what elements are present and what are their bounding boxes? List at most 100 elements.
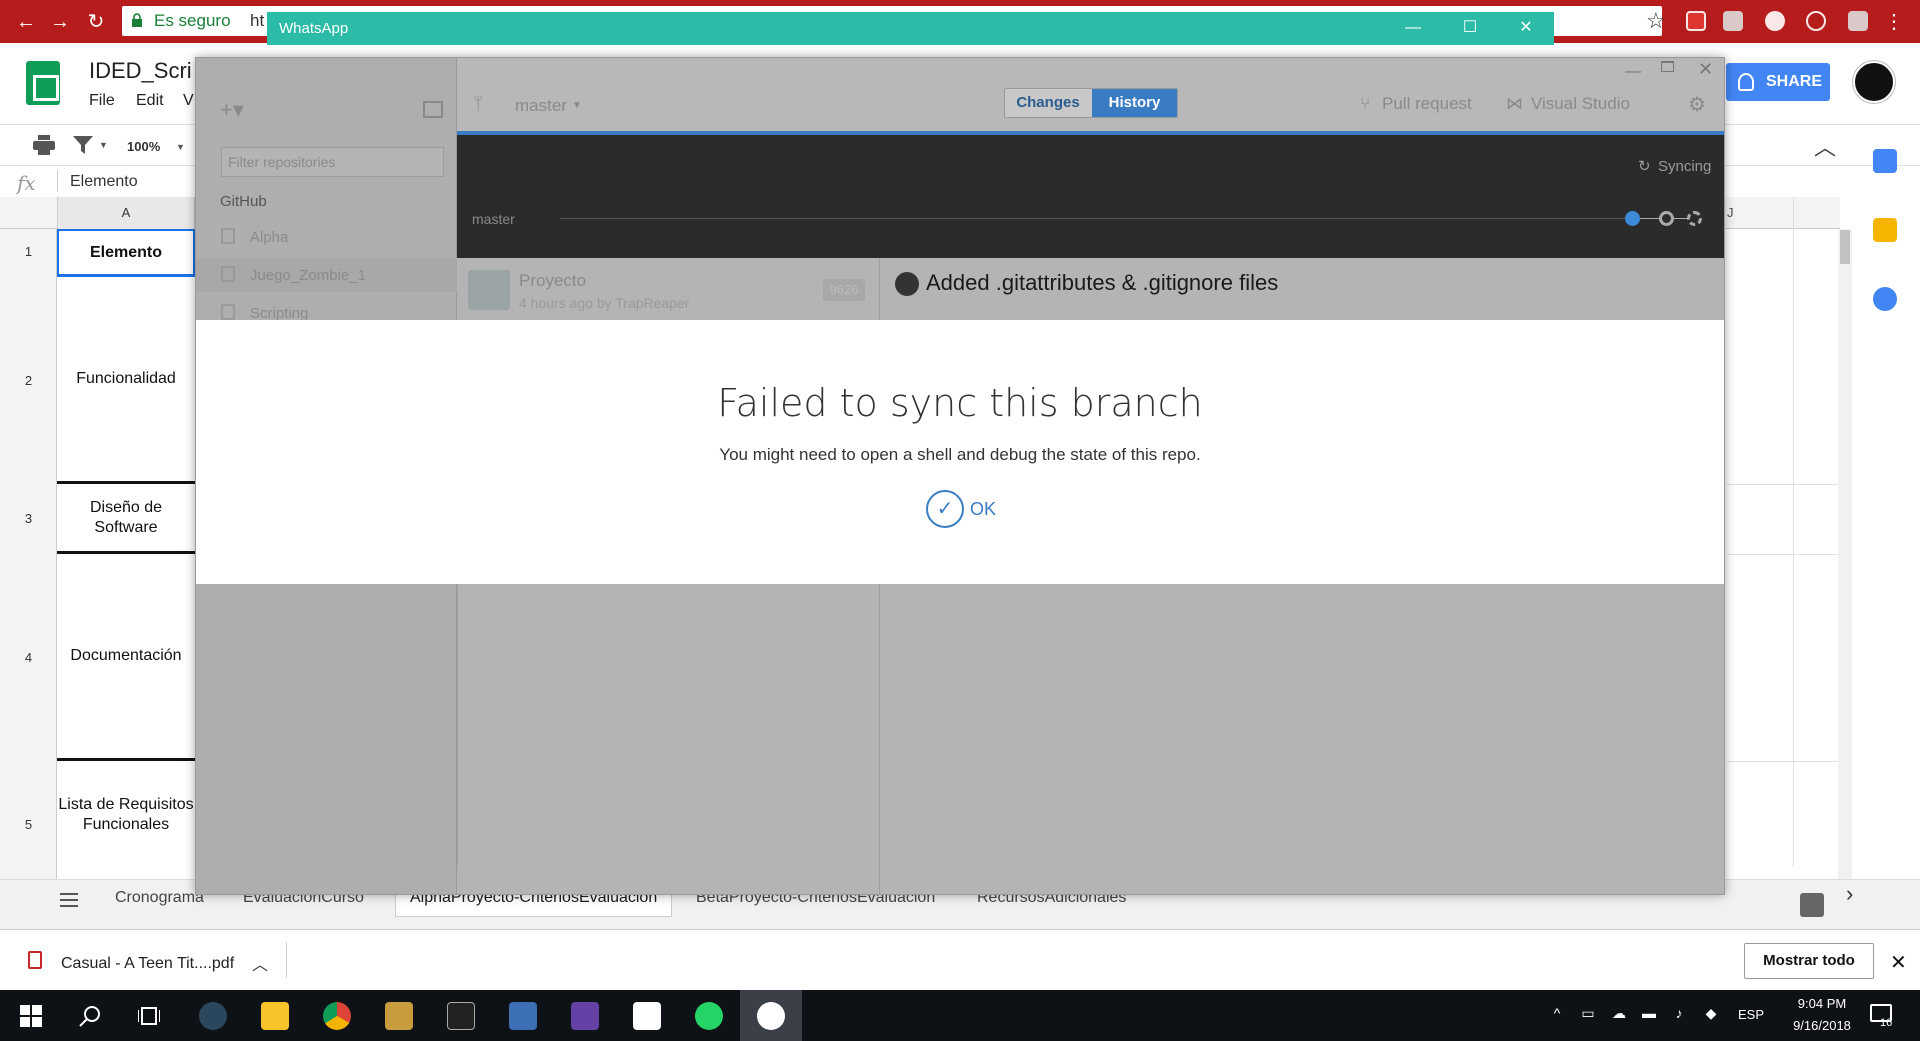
file-explorer-icon[interactable] xyxy=(261,1002,289,1030)
row-number[interactable]: 5 xyxy=(0,817,57,832)
zoom-selector[interactable]: 100% xyxy=(127,139,160,154)
commit-title[interactable]: Proyecto xyxy=(519,271,586,291)
menu-edit[interactable]: Edit xyxy=(136,92,164,110)
league-of-legends-icon[interactable] xyxy=(385,1002,413,1030)
tasks-icon[interactable] xyxy=(1873,287,1897,311)
avatar[interactable] xyxy=(1853,61,1895,103)
bookmark-star-icon[interactable]: ☆ xyxy=(1646,8,1666,34)
battery-icon[interactable]: ▬ xyxy=(1640,1005,1658,1021)
row-number[interactable]: 3 xyxy=(0,511,57,526)
column-header-a[interactable]: A xyxy=(57,197,195,229)
row-number[interactable]: 2 xyxy=(0,373,57,388)
add-repository-icon[interactable]: +▾ xyxy=(220,97,244,123)
sheets-logo-icon[interactable] xyxy=(26,61,60,105)
windows-start-icon[interactable] xyxy=(20,1005,42,1027)
ok-button[interactable]: OK xyxy=(970,499,996,520)
sync-spinner-icon: ↻ xyxy=(1638,158,1651,175)
cloud-icon[interactable]: ☁ xyxy=(1610,1005,1628,1021)
branch-dropdown-icon[interactable]: ▼ xyxy=(572,100,582,111)
network-icon[interactable]: ▭ xyxy=(1579,1005,1597,1021)
sync-extension-icon[interactable] xyxy=(1806,11,1826,31)
sidebar-toggle-icon[interactable] xyxy=(423,101,443,118)
show-all-downloads-button[interactable]: Mostrar todo xyxy=(1744,943,1874,979)
timeline-commit-dot[interactable] xyxy=(1625,211,1640,226)
app-icon[interactable] xyxy=(509,1002,537,1030)
steam-icon[interactable] xyxy=(199,1002,227,1030)
gear-icon[interactable]: ⚙ xyxy=(1688,92,1706,117)
checkmark-icon[interactable]: ✓ xyxy=(926,490,964,528)
chevron-up-icon[interactable]: ︿ xyxy=(1814,130,1836,162)
cell-a2[interactable]: Funcionalidad xyxy=(57,277,195,484)
zoom-dropdown-icon[interactable]: ▼ xyxy=(176,142,185,152)
chevron-up-icon[interactable]: ^ xyxy=(1548,1005,1566,1021)
extension-icon[interactable] xyxy=(1723,11,1743,31)
task-view-icon[interactable] xyxy=(138,1005,160,1027)
close-icon[interactable]: ✕ xyxy=(1698,59,1713,80)
chrome-icon[interactable] xyxy=(323,1002,351,1030)
vertical-scrollbar[interactable] xyxy=(1838,229,1852,879)
maximize-icon[interactable] xyxy=(1661,61,1674,72)
tab-changes[interactable]: Changes xyxy=(1005,89,1091,117)
keep-icon[interactable] xyxy=(1873,218,1897,242)
forward-arrow-icon[interactable]: → xyxy=(46,8,74,36)
row-number[interactable]: 1 xyxy=(0,244,57,259)
extension-circle-icon[interactable] xyxy=(1765,11,1785,31)
download-file-name[interactable]: Casual - A Teen Tit....pdf xyxy=(61,955,234,973)
explore-icon[interactable] xyxy=(1800,893,1824,917)
sticky-notes-icon[interactable] xyxy=(633,1002,661,1030)
reload-icon[interactable]: ↻ xyxy=(82,8,110,36)
chevron-right-icon[interactable]: › xyxy=(1846,881,1853,907)
formula-input[interactable]: Elemento xyxy=(70,173,138,191)
ublock-extension-icon[interactable] xyxy=(1686,11,1706,31)
dropbox-icon[interactable]: ◆ xyxy=(1702,1005,1720,1021)
whatsapp-icon[interactable] xyxy=(695,1002,723,1030)
pull-request-button[interactable]: Pull request xyxy=(1382,94,1472,114)
whatsapp-title-bar[interactable] xyxy=(267,12,1554,45)
language-indicator[interactable]: ESP xyxy=(1738,1007,1764,1022)
profile-extension-icon[interactable] xyxy=(1848,11,1868,31)
github-icon[interactable] xyxy=(757,1002,785,1030)
cell-a3[interactable]: Diseño de Software xyxy=(57,484,195,554)
filter-icon[interactable] xyxy=(73,136,93,154)
calendar-icon[interactable] xyxy=(1873,149,1897,173)
back-arrow-icon[interactable]: ← xyxy=(12,8,40,36)
filter-repositories-input[interactable]: Filter repositories xyxy=(221,147,444,177)
minimize-icon[interactable]: — xyxy=(1625,63,1641,81)
menu-view[interactable]: V xyxy=(183,92,194,110)
menu-kebab-icon[interactable]: ⋮ xyxy=(1880,8,1908,36)
volume-icon[interactable]: ♪ xyxy=(1670,1005,1688,1021)
scrollbar-thumb[interactable] xyxy=(1840,230,1850,264)
close-icon[interactable]: ✕ xyxy=(1511,14,1541,42)
clock-time[interactable]: 9:04 PM xyxy=(1777,996,1867,1011)
timeline-pending-dot[interactable] xyxy=(1687,211,1702,226)
repository-item-juego-zombie[interactable]: Juego_Zombie_1 xyxy=(221,260,457,292)
tab-history[interactable]: History xyxy=(1092,89,1177,117)
url-text[interactable]: ht xyxy=(250,11,264,31)
epic-games-icon[interactable] xyxy=(447,1002,475,1030)
branch-timeline xyxy=(457,135,1724,258)
clock-date[interactable]: 9/16/2018 xyxy=(1777,1018,1867,1033)
close-icon[interactable]: ✕ xyxy=(1890,950,1907,975)
all-sheets-menu-icon[interactable] xyxy=(60,893,78,907)
notification-count: 16 xyxy=(1880,1017,1893,1029)
column-header-j[interactable]: J xyxy=(1727,197,1734,229)
print-icon[interactable] xyxy=(33,135,55,155)
row-number[interactable]: 4 xyxy=(0,650,57,665)
minimize-icon[interactable]: — xyxy=(1398,14,1428,42)
document-title[interactable]: IDED_Scri xyxy=(89,58,192,84)
formula-divider xyxy=(57,170,58,192)
timeline-commit-dot[interactable] xyxy=(1659,211,1674,226)
cell-a1[interactable]: Elemento xyxy=(57,229,195,277)
twitch-icon[interactable] xyxy=(571,1002,599,1030)
maximize-icon[interactable]: ☐ xyxy=(1455,14,1485,42)
branch-selector[interactable]: master xyxy=(515,96,567,116)
commit-badge: 9626 xyxy=(823,279,865,301)
visual-studio-button[interactable]: Visual Studio xyxy=(1531,94,1630,114)
filter-dropdown-icon[interactable]: ▼ xyxy=(99,140,108,150)
search-icon[interactable] xyxy=(79,1005,101,1027)
menu-file[interactable]: File xyxy=(89,92,115,110)
chevron-up-icon[interactable]: ︿ xyxy=(252,951,268,975)
repository-item-alpha[interactable]: Alpha xyxy=(221,222,457,254)
cell-a4[interactable]: Documentación xyxy=(57,554,195,761)
cell-a5[interactable]: Lista de Requisitos Funcionales xyxy=(57,761,195,868)
